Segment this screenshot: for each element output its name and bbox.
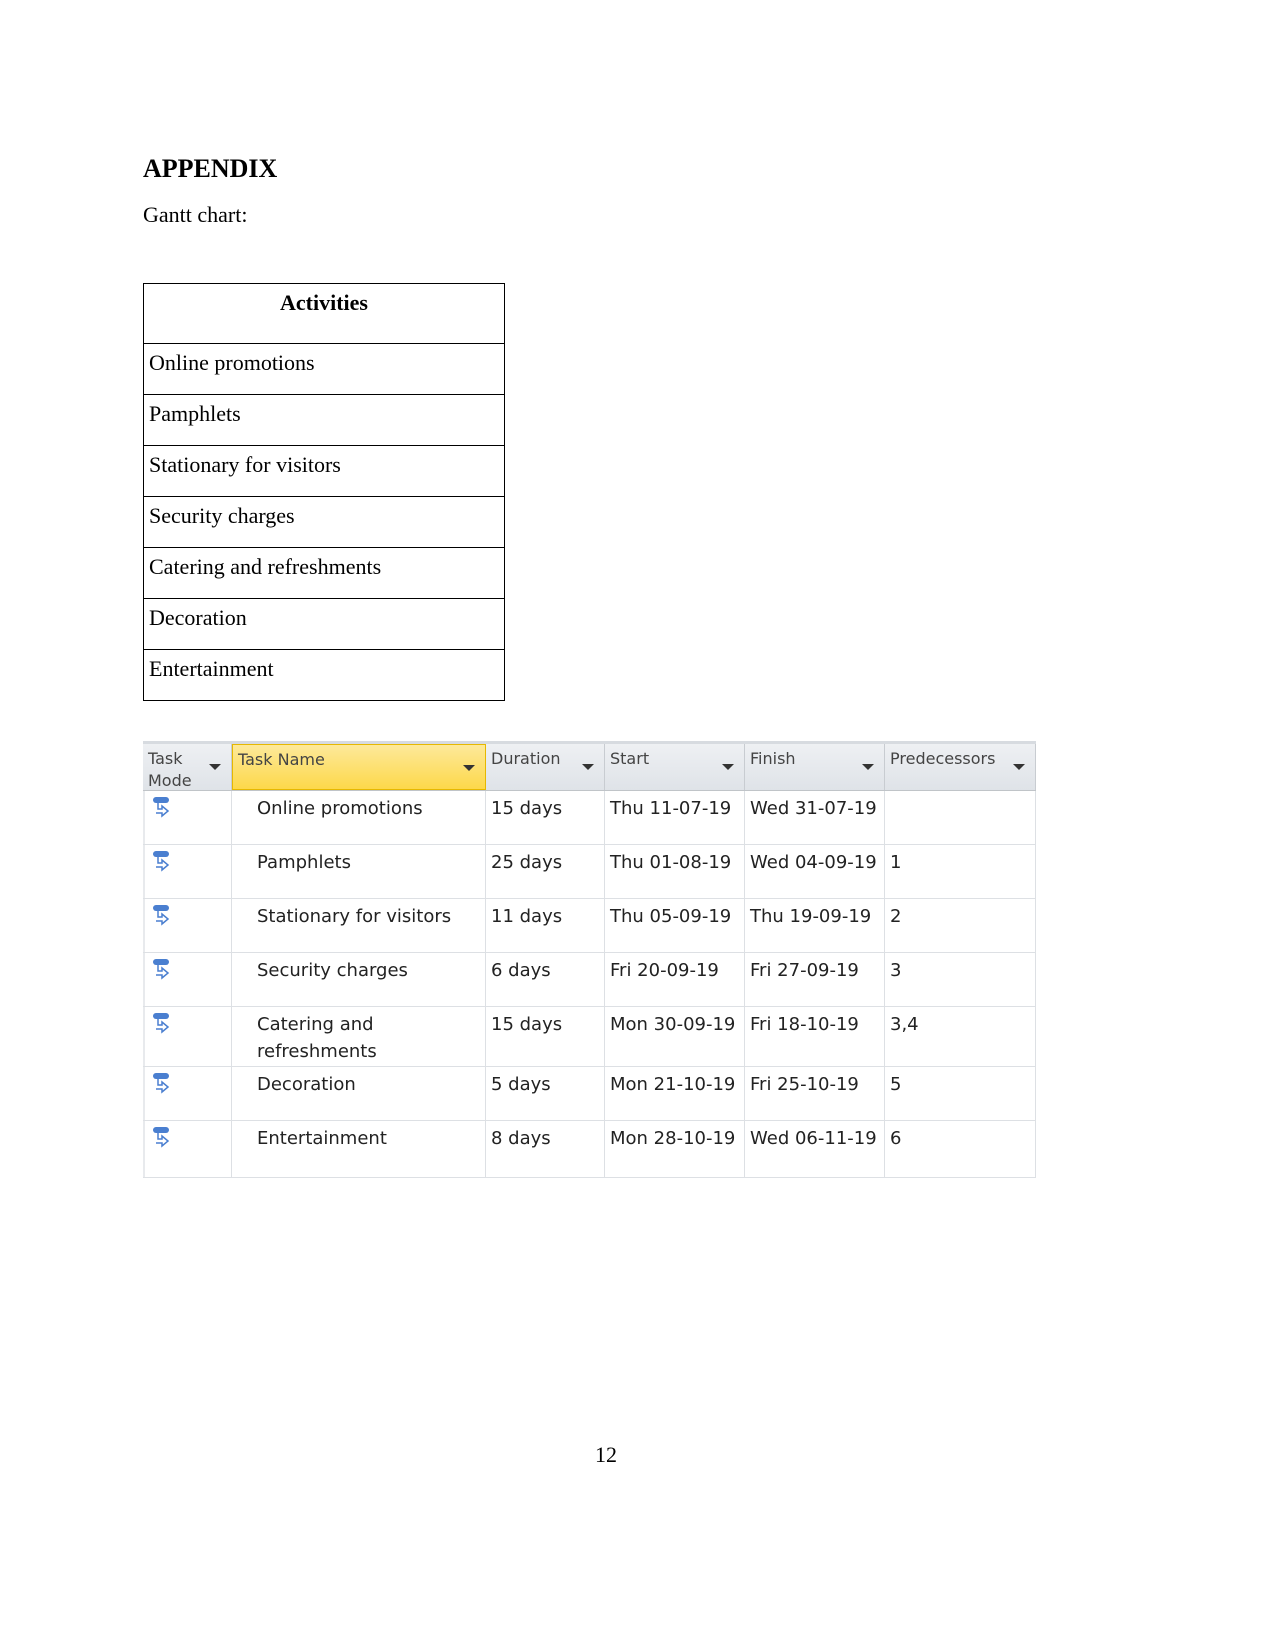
predecessors-cell[interactable]: 3,4 [885,1007,1036,1066]
start-date-cell[interactable]: Thu 11-07-19 [605,791,745,844]
start-date-cell[interactable]: Mon 30-09-19 [605,1007,745,1066]
finish-date-cell[interactable]: Fri 25-10-19 [745,1067,885,1120]
task-mode-icon [143,899,232,952]
task-mode-icon [143,1007,232,1066]
task-name-cell[interactable]: Stationary for visitors [232,899,486,952]
task-row[interactable]: Online promotions 15 days Thu 11-07-19 Wed … [143,791,1036,845]
task-row[interactable]: Catering and refreshments 15 days Mon 30-0… [143,1007,1036,1067]
start-date-cell[interactable]: Thu 01-08-19 [605,845,745,898]
column-header-label: Predecessors [890,749,996,768]
table-row: Pamphlets [143,394,505,446]
activities-header: Activities [143,283,505,344]
predecessors-cell[interactable]: 6 [885,1121,1036,1177]
task-mode-icon [143,791,232,844]
column-header-task-name[interactable]: Task Name [232,744,486,790]
column-header-duration[interactable]: Duration [486,744,605,790]
dropdown-arrow-icon[interactable] [209,764,221,770]
start-date-cell[interactable]: Mon 28-10-19 [605,1121,745,1177]
activities-table: Activities Online promotions Pamphlets Sta… [143,283,505,701]
dropdown-arrow-icon[interactable] [582,764,594,770]
table-row: Decoration [143,598,505,650]
project-task-table: Task Mode Task Name Duration Start Finish Pre… [143,741,1036,1178]
task-name-cell[interactable]: Entertainment [232,1121,486,1177]
table-row: Catering and refreshments [143,547,505,599]
task-row[interactable]: Decoration 5 days Mon 21-10-19 Fri 25-10-19… [143,1067,1036,1121]
finish-date-cell[interactable]: Wed 04-09-19 [745,845,885,898]
task-mode-icon [143,1067,232,1120]
subheading: Gantt chart: [143,202,248,227]
finish-date-cell[interactable]: Fri 27-09-19 [745,953,885,1006]
dropdown-arrow-icon[interactable] [463,765,475,771]
task-name-cell[interactable]: Decoration [232,1067,486,1120]
finish-date-cell[interactable]: Thu 19-09-19 [745,899,885,952]
table-header: Task Mode Task Name Duration Start Finish Pre… [143,741,1036,791]
duration-cell[interactable]: 15 days [486,791,605,844]
column-header-label: Duration [491,749,561,768]
column-header-label: Task Name [238,750,325,769]
dropdown-arrow-icon[interactable] [862,764,874,770]
start-date-cell[interactable]: Mon 21-10-19 [605,1067,745,1120]
predecessors-cell[interactable]: 1 [885,845,1036,898]
duration-cell[interactable]: 8 days [486,1121,605,1177]
finish-date-cell[interactable]: Wed 31-07-19 [745,791,885,844]
task-name-cell[interactable]: Security charges [232,953,486,1006]
activity-cell: Pamphlets [143,394,505,446]
task-name-cell[interactable]: Catering and refreshments [232,1007,486,1066]
task-row[interactable]: Entertainment 8 days Mon 28-10-19 Wed 06-11… [143,1121,1036,1178]
column-header-label: Start [610,749,650,768]
activity-cell: Decoration [143,598,505,650]
page-heading: APPENDIX [143,154,278,183]
task-row[interactable]: Stationary for visitors 11 days Thu 05-09-… [143,899,1036,953]
activity-cell: Security charges [143,496,505,548]
start-date-cell[interactable]: Thu 05-09-19 [605,899,745,952]
table-row: Entertainment [143,649,505,701]
table-row: Online promotions [143,343,505,395]
predecessors-cell[interactable] [885,791,1036,844]
column-header-label: Finish [750,749,796,768]
finish-date-cell[interactable]: Wed 06-11-19 [745,1121,885,1177]
activity-cell: Online promotions [143,343,505,395]
document-page: APPENDIX Gantt chart: Activities Online … [0,0,1275,1651]
predecessors-cell[interactable]: 3 [885,953,1036,1006]
dropdown-arrow-icon[interactable] [722,764,734,770]
duration-cell[interactable]: 25 days [486,845,605,898]
table-row: Stationary for visitors [143,445,505,497]
predecessors-cell[interactable]: 5 [885,1067,1036,1120]
finish-date-cell[interactable]: Fri 18-10-19 [745,1007,885,1066]
task-mode-icon [143,845,232,898]
column-header-start[interactable]: Start [605,744,745,790]
column-header-predecessors[interactable]: Predecessors [885,744,1036,790]
task-mode-icon [143,1121,232,1177]
duration-cell[interactable]: 6 days [486,953,605,1006]
page-number: 12 [595,1442,617,1467]
activity-cell: Stationary for visitors [143,445,505,497]
task-row[interactable]: Pamphlets 25 days Thu 01-08-19 Wed 04-09-19… [143,845,1036,899]
task-mode-icon [143,953,232,1006]
duration-cell[interactable]: 15 days [486,1007,605,1066]
task-row[interactable]: Security charges 6 days Fri 20-09-19 Fri 27… [143,953,1036,1007]
table-row: Security charges [143,496,505,548]
duration-cell[interactable]: 11 days [486,899,605,952]
column-header-label: Task Mode [148,749,192,790]
start-date-cell[interactable]: Fri 20-09-19 [605,953,745,1006]
duration-cell[interactable]: 5 days [486,1067,605,1120]
column-header-task-mode[interactable]: Task Mode [143,744,232,790]
activity-cell: Entertainment [143,649,505,701]
task-name-cell[interactable]: Online promotions [232,791,486,844]
dropdown-arrow-icon[interactable] [1013,764,1025,770]
predecessors-cell[interactable]: 2 [885,899,1036,952]
column-header-finish[interactable]: Finish [745,744,885,790]
activity-cell: Catering and refreshments [143,547,505,599]
task-name-cell[interactable]: Pamphlets [232,845,486,898]
